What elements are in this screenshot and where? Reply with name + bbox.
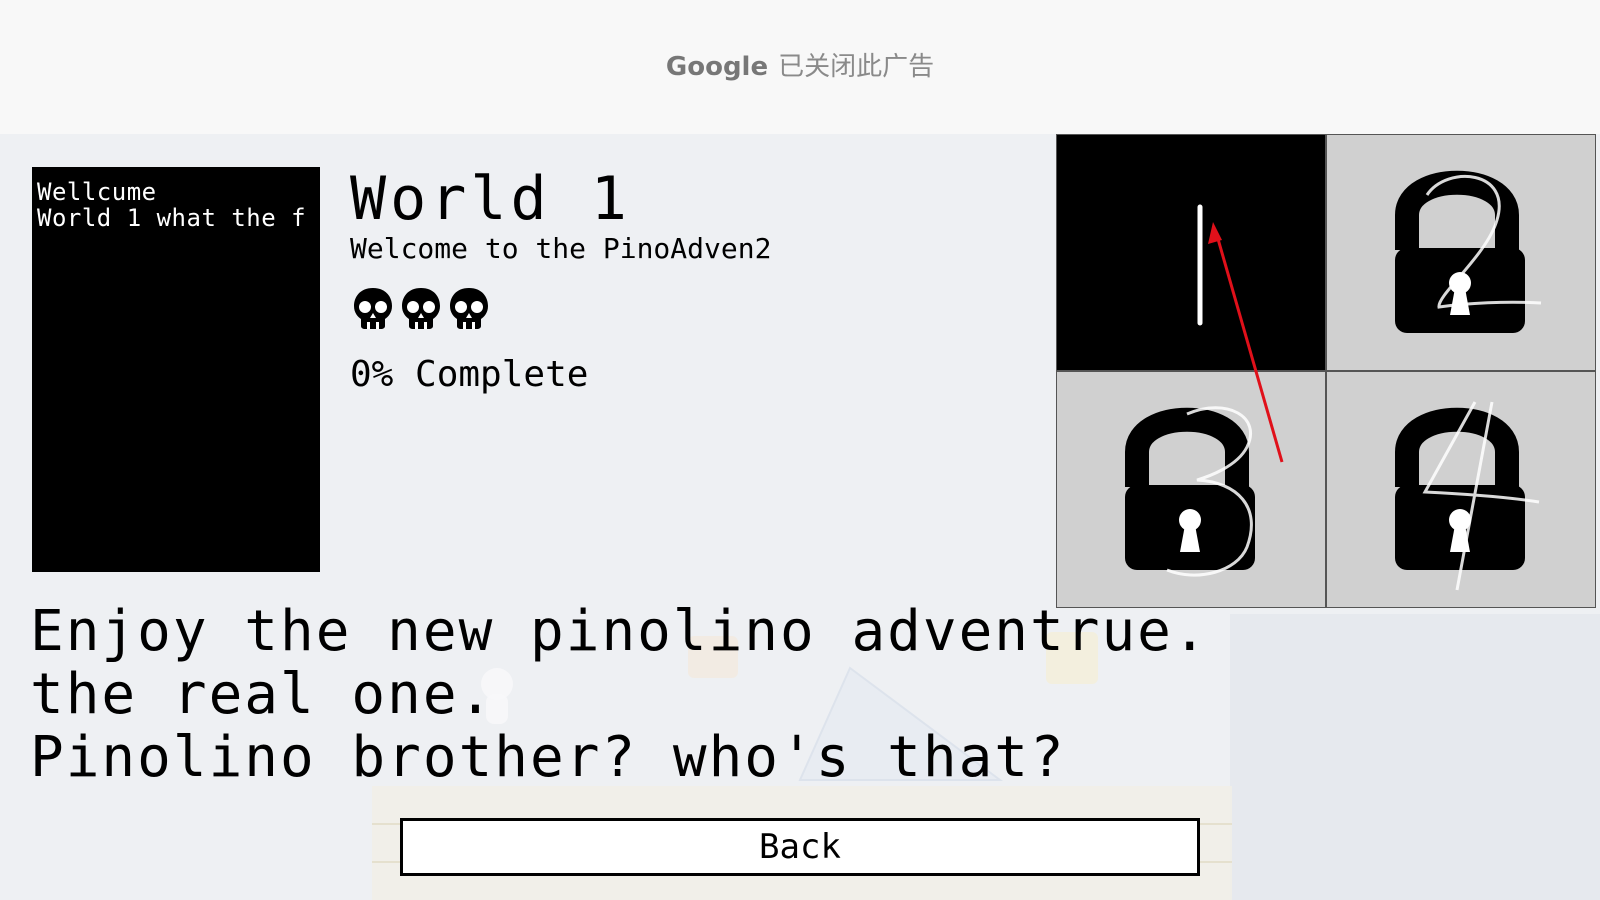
description-line: the real one. bbox=[30, 662, 495, 727]
level-1-tile[interactable] bbox=[1056, 134, 1326, 371]
ad-closed-message: 已关闭此广告 bbox=[778, 52, 935, 82]
level-4-tile[interactable] bbox=[1326, 371, 1596, 608]
level-select-grid bbox=[1056, 134, 1600, 610]
padlock-icon bbox=[1395, 401, 1540, 591]
preview-line: World 1 what the f bbox=[37, 204, 307, 232]
game-screen: Wellcume World 1 what the f World 1 Welc… bbox=[0, 134, 1600, 900]
world-description: Enjoy the new pinolino adventrue. the re… bbox=[30, 600, 1209, 789]
skull-icon bbox=[354, 288, 392, 329]
back-button[interactable]: Back bbox=[400, 818, 1200, 876]
world-title: World 1 bbox=[350, 164, 631, 234]
google-logo: Google bbox=[665, 52, 769, 82]
description-line: Pinolino brother? who's that? bbox=[30, 725, 1066, 790]
description-line: Enjoy the new pinolino adventrue. bbox=[30, 599, 1209, 664]
ad-banner: Google 已关闭此广告 bbox=[0, 0, 1600, 134]
preview-line: Wellcume bbox=[37, 178, 157, 206]
world-preview: Wellcume World 1 what the f bbox=[32, 167, 320, 572]
skull-icon bbox=[450, 288, 488, 329]
world-subtitle: Welcome to the PinoAdven2 bbox=[350, 232, 772, 265]
level-2-tile[interactable] bbox=[1326, 134, 1596, 371]
padlock-icon bbox=[1125, 406, 1255, 577]
completion-status: 0% Complete bbox=[350, 354, 589, 395]
ad-closed-notice: Google 已关闭此广告 bbox=[0, 46, 1600, 83]
difficulty-skulls bbox=[352, 286, 490, 330]
level-3-tile[interactable] bbox=[1056, 371, 1326, 608]
skull-icon bbox=[402, 288, 440, 329]
level-1-numeral bbox=[1197, 204, 1203, 326]
padlock-icon bbox=[1395, 170, 1542, 333]
